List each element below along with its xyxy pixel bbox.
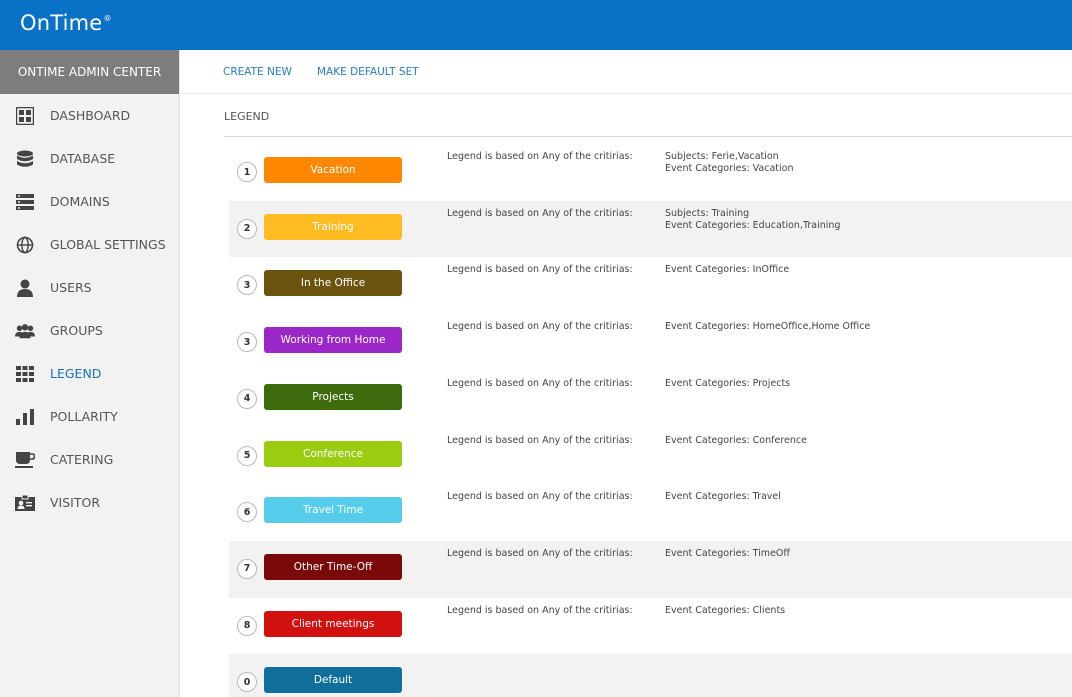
legend-row[interactable]: 3 Working from Home Legend is based on A…: [229, 314, 1072, 371]
legend-badge[interactable]: Working from Home: [264, 327, 402, 354]
sidebar-item-database[interactable]: DATABASE: [0, 137, 179, 180]
legend-badge[interactable]: Training: [264, 213, 402, 240]
legend-number: 6: [237, 502, 257, 523]
sidebar-item-label: VISITOR: [50, 495, 101, 510]
legend-row[interactable]: 4 Projects Legend is based on Any of the…: [229, 371, 1072, 428]
sidebar-item-label: GLOBAL SETTINGS: [50, 237, 166, 252]
legend-badge[interactable]: In the Office: [264, 270, 402, 297]
domains-icon: [15, 193, 35, 211]
legend-criteria: Event Categories: Projects: [665, 377, 791, 389]
bar-chart-icon: [15, 408, 35, 426]
legend-number: 5: [237, 445, 257, 466]
legend-row[interactable]: 6 Travel Time Legend is based on Any of …: [229, 484, 1072, 541]
legend-row[interactable]: 7 Other Time-Off Legend is based on Any …: [229, 540, 1072, 598]
make-default-set-button[interactable]: MAKE DEFAULT SET: [317, 66, 419, 78]
database-icon: [15, 150, 35, 168]
sidebar-item-visitor[interactable]: VISITOR: [0, 481, 179, 524]
legend-number: 3: [237, 332, 257, 353]
sidebar-item-groups[interactable]: GROUPS: [0, 309, 179, 352]
groups-icon: [15, 322, 35, 340]
legend-badge[interactable]: Conference: [264, 440, 402, 467]
user-icon: [15, 279, 35, 297]
legend-number: 4: [237, 388, 257, 409]
sidebar-item-label: USERS: [50, 280, 92, 295]
legend-rule-text: Legend is based on Any of the critirias:: [447, 264, 633, 276]
legend-rule-text: Legend is based on Any of the critirias:: [447, 321, 633, 333]
sidebar: ONTIME ADMIN CENTER DASHBOARD DATABASE D…: [0, 50, 180, 697]
top-bar: OnTime®: [0, 0, 1072, 50]
sidebar-item-pollarity[interactable]: POLLARITY: [0, 395, 179, 438]
legend-badge[interactable]: Other Time-Off: [264, 553, 402, 580]
legend-criteria: Subjects: Ferie,Vacation Event Categories…: [665, 151, 794, 174]
legend-row[interactable]: 2 Training Legend is based on Any of the…: [229, 200, 1072, 258]
legend-criteria: Subjects: Training Event Categories: Educ…: [665, 207, 841, 231]
global-settings-icon: [15, 235, 35, 254]
sidebar-item-label: GROUPS: [50, 323, 103, 338]
sidebar-header: ONTIME ADMIN CENTER: [0, 50, 179, 94]
sidebar-item-legend[interactable]: LEGEND: [0, 352, 179, 395]
legend-badge[interactable]: Client meetings: [264, 610, 402, 637]
legend-criteria: Event Categories: Travel: [665, 491, 781, 503]
legend-number: 8: [237, 615, 257, 636]
ontime-logo[interactable]: OnTime®: [20, 11, 112, 35]
sidebar-item-label: CATERING: [50, 452, 114, 467]
sidebar-item-label: DASHBOARD: [50, 108, 131, 123]
legend-row[interactable]: 8 Client meetings Legend is based on Any…: [229, 598, 1072, 655]
sidebar-item-users[interactable]: USERS: [0, 266, 179, 309]
legend-rule-text: Legend is based on Any of the critirias:: [447, 151, 633, 162]
sidebar-item-catering[interactable]: CATERING: [0, 438, 179, 481]
legend-badge[interactable]: Projects: [264, 383, 402, 410]
legend-criteria: Event Categories: TimeOff: [665, 547, 790, 559]
legend-number: 7: [237, 558, 257, 579]
legend-row[interactable]: 0 Default: [229, 654, 1072, 697]
legend-rule-text: Legend is based on Any of the critirias:: [447, 207, 633, 219]
legend-badge[interactable]: Vacation: [264, 157, 402, 183]
legend-icon: [15, 365, 35, 383]
toolbar: CREATE NEW MAKE DEFAULT SET: [181, 50, 1072, 94]
sidebar-item-domains[interactable]: DOMAINS: [0, 180, 179, 223]
legend-badge[interactable]: Travel Time: [264, 497, 402, 524]
divider: [224, 136, 1072, 137]
sidebar-item-label: LEGEND: [50, 366, 102, 381]
legend-number: 1: [237, 162, 257, 182]
page-title: LEGEND: [224, 110, 270, 123]
sidebar-item-dashboard[interactable]: DASHBOARD: [0, 94, 179, 137]
coffee-cup-icon: [15, 451, 35, 469]
legend-rule-text: Legend is based on Any of the critirias:: [447, 604, 633, 616]
sidebar-item-label: DOMAINS: [50, 194, 110, 209]
legend-rule-text: Legend is based on Any of the critirias:: [447, 377, 633, 389]
create-new-button[interactable]: CREATE NEW: [223, 66, 292, 78]
dashboard-icon: [15, 106, 35, 125]
sidebar-item-label: POLLARITY: [50, 409, 118, 424]
legend-rule-text: Legend is based on Any of the critirias:: [447, 434, 633, 446]
sidebar-item-global-settings[interactable]: GLOBAL SETTINGS: [0, 223, 179, 266]
legend-row[interactable]: 3 In the Office Legend is based on Any o…: [229, 257, 1072, 314]
sidebar-item-label: DATABASE: [50, 151, 116, 166]
visitor-badge-icon: [15, 494, 35, 512]
legend-number: 2: [237, 218, 257, 239]
legend-criteria: Event Categories: Conference: [665, 434, 807, 446]
legend-row[interactable]: 1 Vacation Legend is based on Any of the…: [229, 144, 1072, 201]
legend-criteria: Event Categories: InOffice: [665, 264, 790, 276]
legend-rule-text: Legend is based on Any of the critirias:: [447, 547, 633, 559]
legend-row[interactable]: 5 Conference Legend is based on Any of t…: [229, 428, 1072, 485]
legend-number: 3: [237, 275, 257, 296]
legend-criteria: Event Categories: Clients: [665, 604, 786, 616]
legend-number: 0: [237, 672, 257, 693]
legend-criteria: Event Categories: HomeOffice,Home Office: [665, 321, 871, 333]
legend-rule-text: Legend is based on Any of the critirias:: [447, 491, 633, 503]
legend-badge[interactable]: Default: [264, 667, 402, 694]
